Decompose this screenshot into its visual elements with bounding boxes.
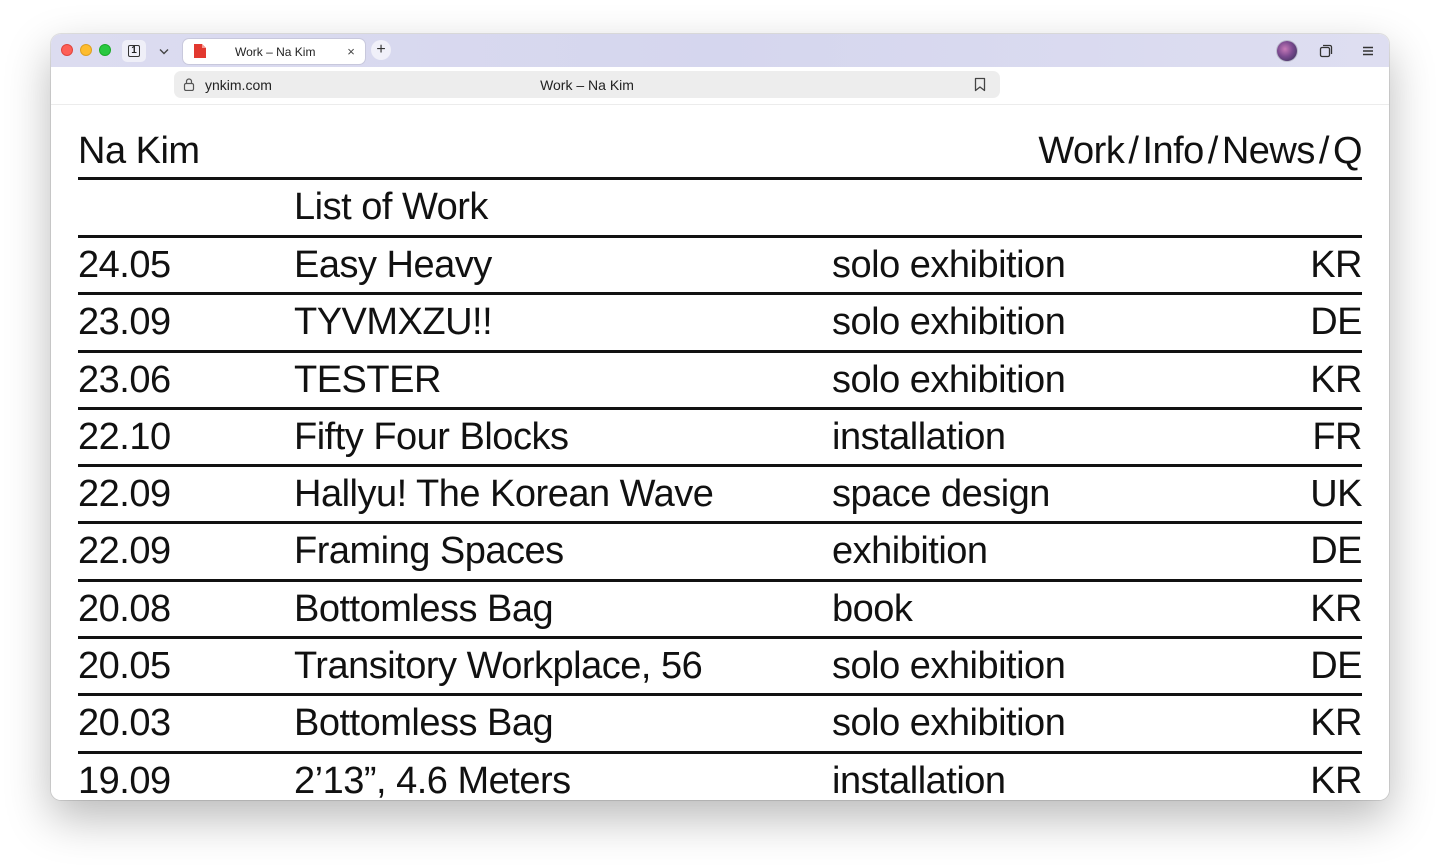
work-country: KR	[1310, 759, 1362, 800]
work-type: exhibition	[832, 530, 988, 573]
nav-news[interactable]: News	[1222, 130, 1316, 172]
work-country: DE	[1310, 530, 1362, 573]
tab-count-button[interactable]: 1	[122, 40, 146, 62]
site-logo[interactable]: Na Kim	[78, 130, 200, 173]
work-type: solo exhibition	[832, 301, 1066, 344]
work-row[interactable]: 19.09 2’13”, 4.6 Meters installation KR	[78, 754, 1362, 800]
work-row[interactable]: 24.05 Easy Heavy solo exhibition KR	[78, 238, 1362, 296]
zoom-window-button[interactable]	[99, 44, 111, 56]
list-title: List of Work	[294, 186, 488, 228]
close-window-button[interactable]	[61, 44, 73, 56]
work-title: Bottomless Bag	[294, 702, 554, 745]
work-title: 2’13”, 4.6 Meters	[294, 759, 571, 800]
work-title: TYVMXZU!!	[294, 301, 493, 344]
work-row[interactable]: 22.10 Fifty Four Blocks installation FR	[78, 410, 1362, 468]
page-title-in-address-bar: Work – Na Kim	[540, 77, 634, 93]
work-country: KR	[1310, 358, 1362, 401]
nav-work[interactable]: Work	[1038, 130, 1124, 172]
list-header: List of Work	[78, 180, 1362, 238]
work-country: KR	[1310, 702, 1362, 745]
work-title: Hallyu! The Korean Wave	[294, 473, 714, 516]
work-type: solo exhibition	[832, 358, 1066, 401]
tab-active[interactable]: Work – Na Kim ×	[183, 39, 365, 64]
tab-count-label: 1	[128, 45, 140, 57]
nav-q[interactable]: Q	[1333, 130, 1363, 172]
tab-bar: 1 Work – Na Kim × +	[51, 34, 1389, 67]
work-date: 24.05	[78, 244, 171, 286]
work-country: FR	[1312, 415, 1362, 458]
nav-info[interactable]: Info	[1142, 130, 1204, 172]
nav-separator: /	[1128, 130, 1139, 172]
main-nav: Work / Info / News / Q	[1038, 130, 1362, 173]
work-type: space design	[832, 473, 1050, 516]
work-title: Framing Spaces	[294, 530, 564, 573]
work-date: 22.09	[78, 530, 171, 573]
work-type: solo exhibition	[832, 645, 1066, 688]
work-row[interactable]: 22.09 Hallyu! The Korean Wave space design…	[78, 467, 1362, 525]
nav-separator: /	[1207, 130, 1219, 172]
work-row[interactable]: 20.08 Bottomless Bag book KR	[78, 582, 1362, 640]
work-list: 24.05 Easy Heavy solo exhibition KR 23.09 TY…	[78, 238, 1362, 800]
tab-groups-icon[interactable]	[1317, 42, 1335, 60]
work-row[interactable]: 23.06 TESTER solo exhibition KR	[78, 353, 1362, 410]
work-country: KR	[1310, 244, 1362, 286]
work-date: 20.08	[78, 587, 171, 630]
page-content: Na Kim Work / Info / News / Q List of Work 24.…	[51, 105, 1389, 800]
tab-list-chevron-down-icon[interactable]	[152, 40, 176, 62]
work-date: 22.09	[78, 473, 171, 516]
work-country: DE	[1310, 645, 1362, 688]
work-type: book	[832, 587, 913, 630]
work-country: DE	[1310, 301, 1362, 344]
minimize-window-button[interactable]	[80, 44, 92, 56]
profile-avatar[interactable]	[1277, 41, 1297, 61]
work-row[interactable]: 22.09 Framing Spaces exhibition DE	[78, 524, 1362, 582]
work-title: TESTER	[294, 358, 441, 401]
work-type: solo exhibition	[832, 244, 1066, 286]
menu-icon[interactable]	[1359, 42, 1377, 60]
work-title: Bottomless Bag	[294, 587, 554, 630]
work-date: 20.03	[78, 702, 171, 745]
browser-window: 1 Work – Na Kim × + ynkim.com Work – Na …	[51, 34, 1389, 800]
work-type: solo exhibition	[832, 702, 1066, 745]
work-country: KR	[1310, 587, 1362, 630]
work-date: 23.06	[78, 358, 171, 401]
work-date: 19.09	[78, 759, 171, 800]
address-bar-row: ynkim.com Work – Na Kim	[51, 67, 1389, 105]
work-row[interactable]: 23.09 TYVMXZU!! solo exhibition DE	[78, 295, 1362, 353]
work-date: 23.09	[78, 301, 171, 344]
work-date: 20.05	[78, 645, 171, 688]
tab-title: Work – Na Kim	[235, 45, 316, 59]
work-row[interactable]: 20.05 Transitory Workplace, 56 solo exhibi…	[78, 639, 1362, 697]
work-country: UK	[1310, 473, 1362, 516]
site-header: Na Kim Work / Info / News / Q	[78, 127, 1363, 180]
work-date: 22.10	[78, 415, 171, 458]
new-tab-button[interactable]: +	[371, 40, 391, 60]
bookmark-icon[interactable]	[974, 77, 986, 92]
nav-separator: /	[1318, 130, 1330, 172]
work-type: installation	[832, 415, 1006, 458]
tab-close-icon[interactable]: ×	[343, 43, 359, 59]
work-type: installation	[832, 759, 1006, 800]
work-row[interactable]: 20.03 Bottomless Bag solo exhibition KR	[78, 696, 1362, 754]
work-title: Fifty Four Blocks	[294, 415, 569, 458]
address-bar[interactable]: ynkim.com Work – Na Kim	[174, 71, 1000, 98]
work-title: Easy Heavy	[294, 244, 492, 286]
work-title: Transitory Workplace, 56	[294, 645, 703, 688]
document-favicon-icon	[194, 44, 206, 58]
